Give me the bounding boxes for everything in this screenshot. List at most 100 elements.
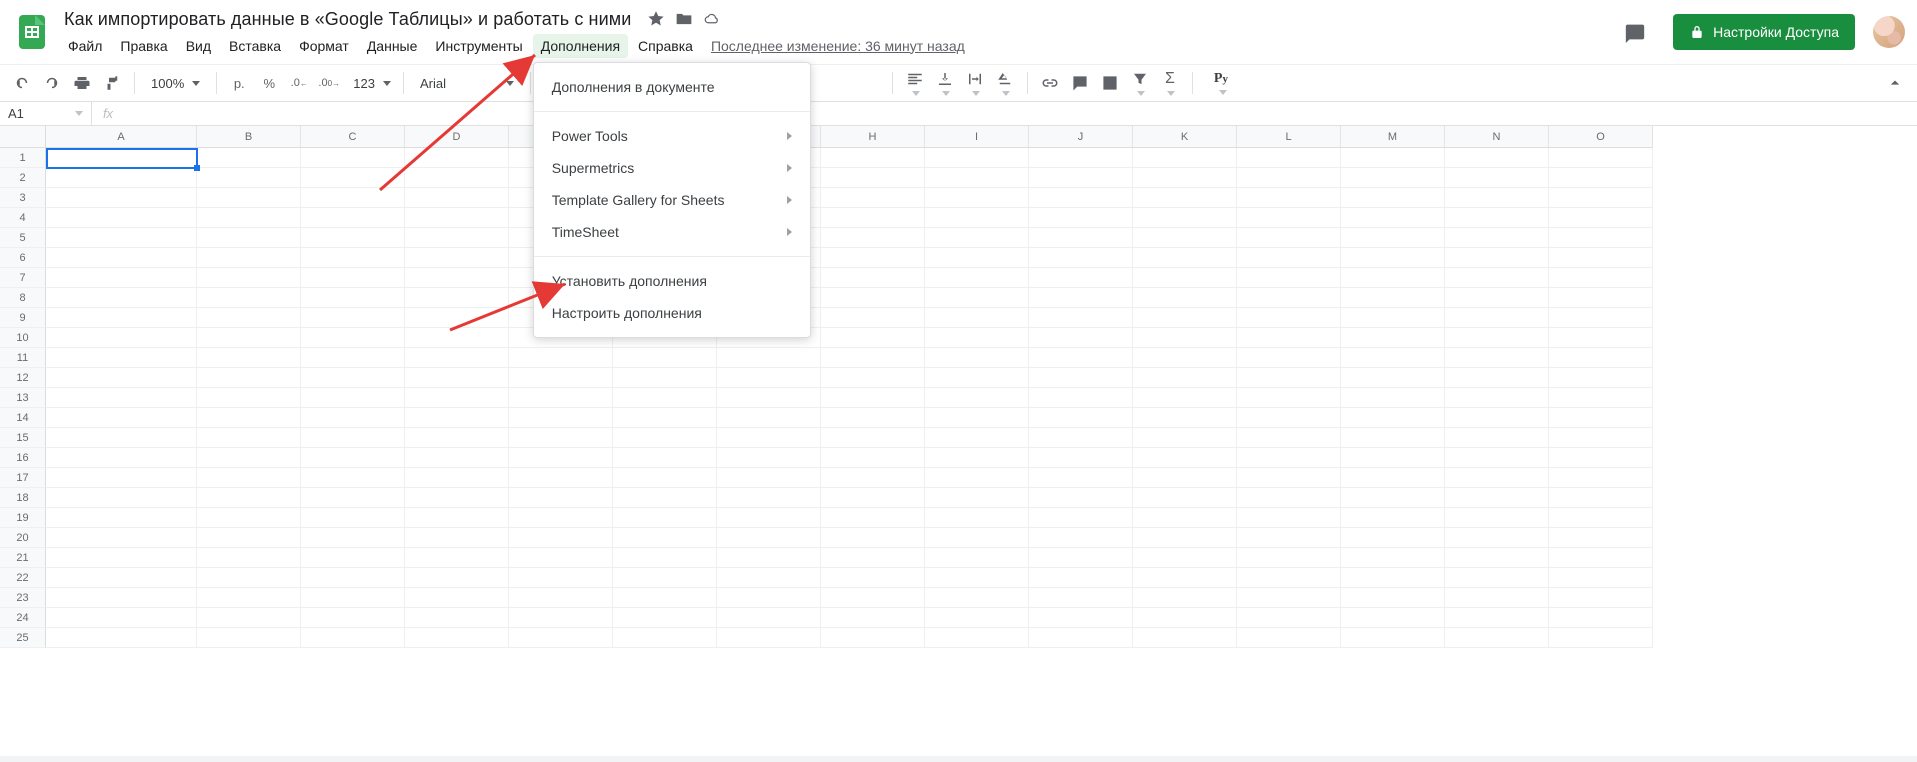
column-header[interactable]: L xyxy=(1237,126,1341,148)
cell[interactable] xyxy=(613,468,717,488)
cell[interactable] xyxy=(613,368,717,388)
cell[interactable] xyxy=(925,308,1029,328)
cell[interactable] xyxy=(821,288,925,308)
cell[interactable] xyxy=(46,348,197,368)
cell[interactable] xyxy=(1237,228,1341,248)
cell[interactable] xyxy=(925,468,1029,488)
cell[interactable] xyxy=(1341,368,1445,388)
cell[interactable] xyxy=(613,508,717,528)
cell[interactable] xyxy=(613,428,717,448)
cell[interactable] xyxy=(1133,408,1237,428)
cell[interactable] xyxy=(1237,248,1341,268)
comments-button[interactable] xyxy=(1615,12,1655,52)
cell[interactable] xyxy=(1445,568,1549,588)
cell[interactable] xyxy=(405,288,509,308)
cell[interactable] xyxy=(46,308,197,328)
cell[interactable] xyxy=(197,188,301,208)
row-header[interactable]: 17 xyxy=(0,468,46,488)
cell[interactable] xyxy=(821,608,925,628)
cell[interactable] xyxy=(1445,348,1549,368)
cell[interactable] xyxy=(1445,448,1549,468)
cell[interactable] xyxy=(1133,348,1237,368)
cell[interactable] xyxy=(1237,288,1341,308)
cell[interactable] xyxy=(1341,428,1445,448)
cell[interactable] xyxy=(1445,288,1549,308)
selection-handle[interactable] xyxy=(194,165,200,171)
cell[interactable] xyxy=(1549,308,1653,328)
cell[interactable] xyxy=(46,448,197,468)
cell[interactable] xyxy=(405,548,509,568)
cell[interactable] xyxy=(197,368,301,388)
cell[interactable] xyxy=(46,568,197,588)
row-header[interactable]: 3 xyxy=(0,188,46,208)
cell[interactable] xyxy=(1549,428,1653,448)
cell[interactable] xyxy=(925,568,1029,588)
cell[interactable] xyxy=(821,528,925,548)
cell[interactable] xyxy=(1029,388,1133,408)
row-header[interactable]: 12 xyxy=(0,368,46,388)
cell[interactable] xyxy=(197,628,301,648)
cell[interactable] xyxy=(1237,508,1341,528)
cell[interactable] xyxy=(1133,568,1237,588)
cell[interactable] xyxy=(1029,608,1133,628)
cell[interactable] xyxy=(925,448,1029,468)
cell[interactable] xyxy=(1237,468,1341,488)
cell[interactable] xyxy=(613,388,717,408)
column-header[interactable]: D xyxy=(405,126,509,148)
cell[interactable] xyxy=(925,148,1029,168)
cell[interactable] xyxy=(509,628,613,648)
cell[interactable] xyxy=(1237,568,1341,588)
cell[interactable] xyxy=(1133,528,1237,548)
cell[interactable] xyxy=(613,348,717,368)
column-header[interactable]: C xyxy=(301,126,405,148)
cell[interactable] xyxy=(1029,308,1133,328)
row-header[interactable]: 20 xyxy=(0,528,46,548)
cell[interactable] xyxy=(509,428,613,448)
cell[interactable] xyxy=(197,468,301,488)
last-edit-link[interactable]: Последнее изменение: 36 минут назад xyxy=(703,34,973,58)
cell[interactable] xyxy=(1029,188,1133,208)
row-header[interactable]: 19 xyxy=(0,508,46,528)
dd-addon-template-gallery[interactable]: Template Gallery for Sheets xyxy=(534,184,810,216)
cell[interactable] xyxy=(613,548,717,568)
spreadsheet-grid[interactable]: ABCDEFGHIJKLMNO 123456789101112131415161… xyxy=(0,126,1917,762)
insert-link-button[interactable] xyxy=(1036,69,1064,97)
cell[interactable] xyxy=(197,248,301,268)
cell[interactable] xyxy=(821,268,925,288)
cell[interactable] xyxy=(197,168,301,188)
cell[interactable] xyxy=(613,448,717,468)
cell[interactable] xyxy=(301,388,405,408)
cell[interactable] xyxy=(1549,408,1653,428)
menu-file[interactable]: Файл xyxy=(60,34,110,58)
dd-addon-timesheet[interactable]: TimeSheet xyxy=(534,216,810,248)
cell[interactable] xyxy=(1445,268,1549,288)
cell[interactable] xyxy=(197,348,301,368)
cell[interactable] xyxy=(1029,148,1133,168)
cell[interactable] xyxy=(301,308,405,328)
cell[interactable] xyxy=(1549,348,1653,368)
cell[interactable] xyxy=(1029,508,1133,528)
row-header[interactable]: 2 xyxy=(0,168,46,188)
column-header[interactable]: A xyxy=(46,126,197,148)
cell[interactable] xyxy=(925,528,1029,548)
cell[interactable] xyxy=(717,368,821,388)
menu-insert[interactable]: Вставка xyxy=(221,34,289,58)
cell[interactable] xyxy=(1029,408,1133,428)
cell[interactable] xyxy=(1133,468,1237,488)
dd-addon-power-tools[interactable]: Power Tools xyxy=(534,120,810,152)
cell[interactable] xyxy=(1445,428,1549,448)
cell[interactable] xyxy=(613,628,717,648)
row-header[interactable]: 9 xyxy=(0,308,46,328)
cell[interactable] xyxy=(1549,628,1653,648)
cell[interactable] xyxy=(1341,308,1445,328)
cell[interactable] xyxy=(46,528,197,548)
cell[interactable] xyxy=(1549,608,1653,628)
cell[interactable] xyxy=(925,268,1029,288)
cell[interactable] xyxy=(1341,528,1445,548)
cell[interactable] xyxy=(1445,328,1549,348)
cell[interactable] xyxy=(717,508,821,528)
cell[interactable] xyxy=(301,448,405,468)
cell[interactable] xyxy=(1029,248,1133,268)
vertical-align-button[interactable] xyxy=(931,69,959,97)
cell[interactable] xyxy=(821,388,925,408)
